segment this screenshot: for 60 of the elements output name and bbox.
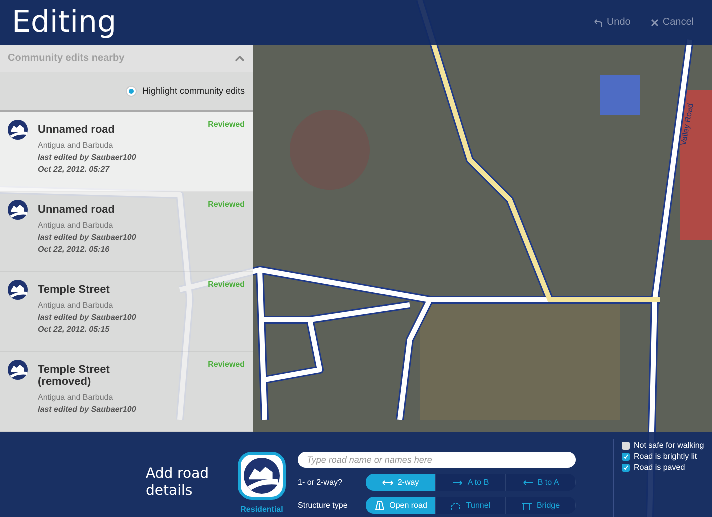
row-label: Structure type (298, 501, 349, 510)
cancel-button[interactable]: Cancel (644, 15, 700, 30)
tunnel-icon (450, 500, 462, 510)
checkbox-label: Not safe for walking (634, 441, 704, 450)
houses-road-icon (8, 280, 28, 300)
panel-title: Add road details (146, 466, 210, 500)
review-status: Reviewed (208, 200, 245, 209)
checkbox[interactable] (622, 452, 630, 460)
houses-road-icon (8, 120, 28, 140)
edit-item[interactable]: Unnamed road Reviewed Antigua and Barbuda last edited by Saubaer100 Oct 22, 2012. 05:27 (0, 112, 253, 192)
road-type-label: Residential (240, 505, 284, 514)
road-name-field[interactable]: Type road name or names here (298, 452, 576, 468)
houses-road-icon (8, 360, 28, 380)
option-button[interactable]: Bridge (506, 497, 576, 514)
editor-text: last edited by Saubaer100 (38, 153, 138, 162)
option-button[interactable]: 2-way (366, 474, 436, 491)
section-title: Community edits nearby (8, 53, 125, 64)
option-button[interactable]: A to B (436, 474, 506, 491)
edit-date: Oct 22, 2012. 05:15 (38, 325, 111, 334)
undo-icon (594, 18, 603, 26)
left-arrow-icon (522, 478, 534, 488)
checkbox[interactable] (622, 442, 630, 450)
houses-road-icon (244, 458, 280, 494)
road-name: Temple Street (38, 284, 111, 296)
bridge-icon (520, 500, 533, 510)
checkbox-label: Road is brightly lit (634, 452, 698, 461)
option-button[interactable]: Tunnel (436, 497, 506, 514)
edit-date: Oct 22, 2012. 05:16 (38, 245, 111, 254)
row-label: 1- or 2-way? (298, 478, 344, 487)
editor-text: last edited by Saubaer100 (38, 313, 138, 322)
right-arrow-icon (452, 478, 464, 488)
double-arrow-icon (382, 478, 394, 488)
editor-text: last edited by Saubaer100 (38, 233, 138, 242)
edit-date: Oct 22, 2012. 05:27 (38, 165, 111, 174)
checkbox-label: Road is paved (634, 463, 686, 472)
review-status: Reviewed (208, 120, 245, 129)
undo-button[interactable]: Undo (588, 15, 637, 30)
road-type-button[interactable] (238, 452, 286, 500)
editor-text: last edited by Saubaer100 (38, 405, 138, 414)
toggle-label: Highlight community edits (142, 86, 245, 96)
page-title: Editing (12, 5, 118, 40)
region-text: Antigua and Barbuda (38, 221, 114, 230)
review-status: Reviewed (208, 280, 245, 289)
checkbox[interactable] (622, 464, 630, 472)
road-name: Temple Street (removed) (38, 364, 111, 388)
edit-item[interactable]: Unnamed road Reviewed Antigua and Barbuda last edited by Saubaer100 Oct 22, 2012. 05:16 (0, 192, 253, 272)
review-status: Reviewed (208, 360, 245, 369)
region-text: Antigua and Barbuda (38, 301, 114, 310)
option-button[interactable]: B to A (506, 474, 576, 491)
highlight-toggle[interactable] (126, 86, 138, 96)
road-name: Unnamed road (38, 204, 116, 216)
region-text: Antigua and Barbuda (38, 393, 114, 402)
edit-item[interactable]: Temple Street Reviewed Antigua and Barbuda last edited by Saubaer100 Oct 22, 2012. 05:15 (0, 272, 253, 352)
option-button[interactable]: Open road (366, 497, 436, 514)
close-icon (650, 18, 659, 26)
road-name: Unnamed road (38, 124, 116, 136)
region-text: Antigua and Barbuda (38, 141, 114, 150)
road-label: Valley Road (672, 70, 696, 150)
houses-road-icon (8, 200, 28, 220)
road-icon (374, 500, 386, 510)
